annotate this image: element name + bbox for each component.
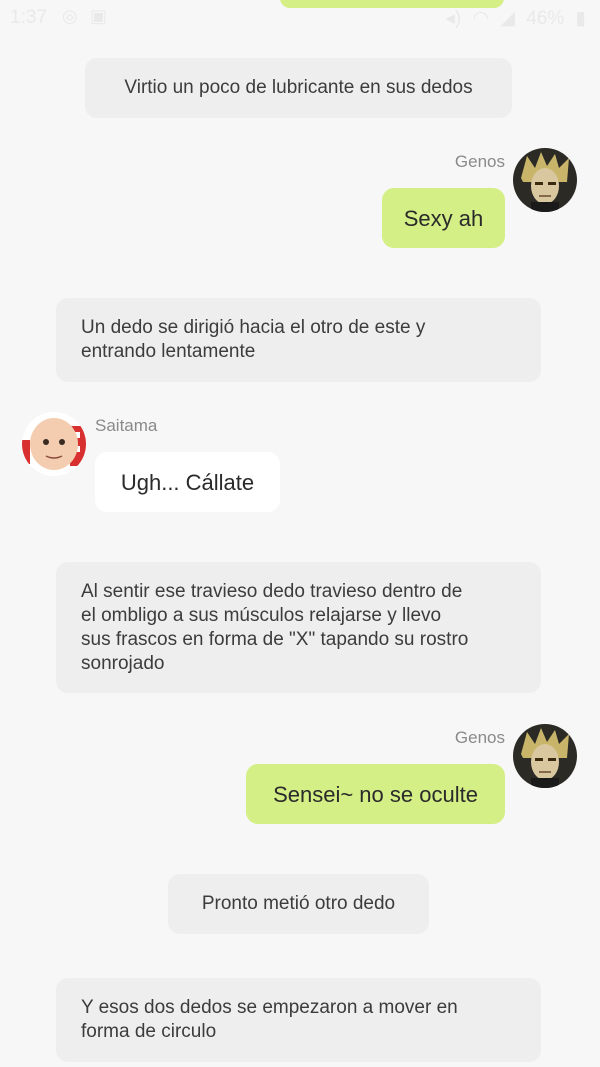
narration-line: el ombligo a sus músculos relajarse y ll… bbox=[81, 605, 442, 626]
signal-icon: ◢ bbox=[500, 8, 515, 29]
whatsapp-icon: ◎ bbox=[62, 6, 78, 26]
genos-avatar[interactable] bbox=[513, 724, 577, 788]
saitama-avatar-icon bbox=[22, 412, 86, 476]
incoming-message-bubble[interactable]: Ugh... Cállate bbox=[95, 452, 280, 512]
message-text: Sensei~ no se oculte bbox=[273, 782, 478, 807]
mute-icon: ◂) bbox=[445, 8, 462, 29]
gallery-icon: ▣ bbox=[90, 6, 108, 26]
narration-bubble[interactable]: Y esos dos dedos se empezaron a mover en… bbox=[56, 978, 541, 1062]
sender-name: Genos bbox=[454, 152, 505, 171]
narration-line: sus frascos en forma de "X" tapando su r… bbox=[81, 629, 469, 650]
outgoing-message-bubble[interactable]: Sexy ah bbox=[382, 188, 505, 248]
narration-bubble[interactable]: Al sentir ese travieso dedo travieso den… bbox=[56, 562, 541, 693]
saitama-avatar[interactable] bbox=[22, 412, 86, 476]
battery-percent: 46% bbox=[526, 8, 565, 29]
narration-line: entrando lentamente bbox=[81, 341, 256, 362]
sender-name: Saitama bbox=[95, 416, 158, 435]
narration-line: Un dedo se dirigió hacia el otro de este… bbox=[81, 317, 426, 338]
narration-line: Y esos dos dedos se empezaron a mover en bbox=[81, 997, 458, 1018]
sender-name: Genos bbox=[454, 728, 505, 747]
narration-line: forma de circulo bbox=[81, 1021, 217, 1042]
outgoing-message-bubble[interactable]: Sensei~ no se oculte bbox=[246, 764, 505, 824]
message-text: Ugh... Cállate bbox=[120, 470, 255, 495]
narration-bubble[interactable]: Virtio un poco de lubricante en sus dedo… bbox=[85, 58, 512, 118]
genos-avatar[interactable] bbox=[513, 148, 577, 212]
narration-bubble[interactable]: Pronto metió otro dedo bbox=[168, 874, 429, 934]
message-text: Sexy ah bbox=[403, 206, 484, 231]
previous-message-bubble[interactable] bbox=[280, 0, 504, 8]
wifi-icon: ◠ bbox=[472, 8, 490, 29]
battery-icon: ▮ bbox=[575, 8, 586, 29]
narration-text: Virtio un poco de lubricante en sus dedo… bbox=[124, 77, 473, 98]
narration-bubble[interactable]: Un dedo se dirigió hacia el otro de este… bbox=[56, 298, 541, 382]
narration-text: Pronto metió otro dedo bbox=[201, 893, 396, 914]
genos-avatar-icon bbox=[513, 148, 577, 212]
narration-line: sonrojado bbox=[81, 653, 165, 674]
status-time: 1:37 bbox=[10, 7, 47, 28]
genos-avatar-icon bbox=[513, 724, 577, 788]
narration-line: Al sentir ese travieso dedo travieso den… bbox=[81, 581, 463, 602]
status-right: ◂) ◠ ◢ 46% ▮ bbox=[439, 7, 586, 30]
